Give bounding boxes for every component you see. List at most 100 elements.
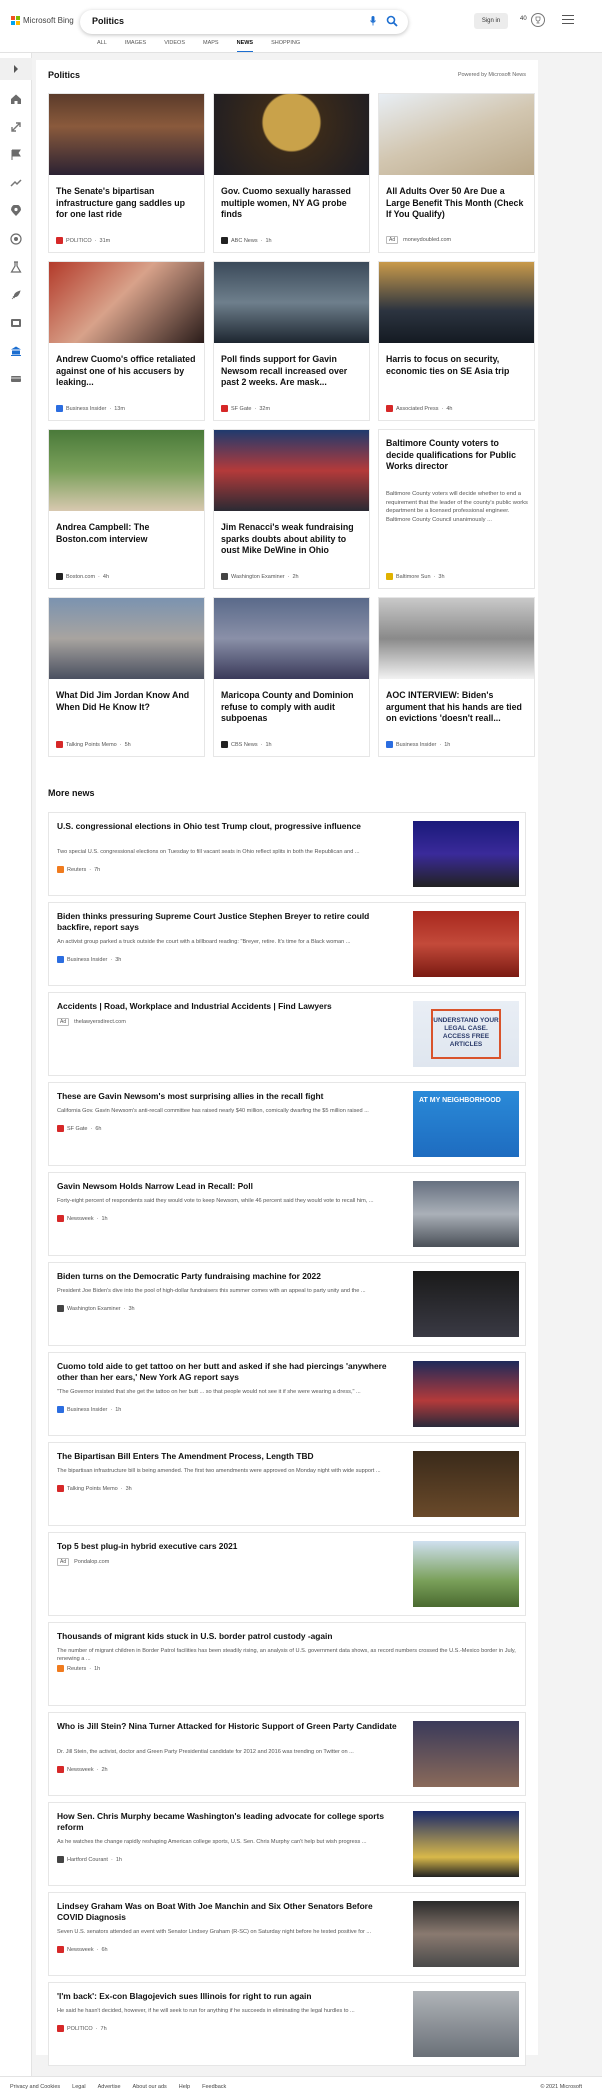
more-news-source[interactable]: Business Insider · 1h — [57, 1406, 121, 1413]
more-news-title[interactable]: Biden thinks pressuring Supreme Court Ju… — [57, 911, 397, 933]
news-card-title[interactable]: Poll finds support for Gavin Newsom reca… — [221, 354, 364, 389]
news-card-title[interactable]: Baltimore County voters to decide qualif… — [386, 438, 529, 473]
more-news-source[interactable]: SF Gate · 6h — [57, 1125, 101, 1132]
news-card[interactable]: Poll finds support for Gavin Newsom reca… — [213, 261, 370, 421]
more-news-thumbnail[interactable]: UNDERSTAND YOUR LEGAL CASE. ACCESS FREE … — [413, 1001, 519, 1067]
more-news-title[interactable]: 'I'm back': Ex-con Blagojevich sues Illi… — [57, 1991, 397, 2002]
news-card-image[interactable] — [214, 94, 369, 175]
news-card-title[interactable]: Andrea Campbell: The Boston.com intervie… — [56, 522, 199, 545]
more-news-title[interactable]: The Bipartisan Bill Enters The Amendment… — [57, 1451, 397, 1462]
tab-images[interactable]: IMAGES — [116, 40, 155, 52]
microphone-icon[interactable] — [370, 16, 376, 26]
footer-link-help[interactable]: Help — [179, 2084, 190, 2090]
more-news-title[interactable]: Lindsey Graham Was on Boat With Joe Manc… — [57, 1901, 397, 1923]
more-news-title[interactable]: Gavin Newsom Holds Narrow Lead in Recall… — [57, 1181, 397, 1192]
news-card[interactable]: All Adults Over 50 Are Due a Large Benef… — [378, 93, 535, 253]
money-icon[interactable] — [10, 373, 22, 385]
more-news-thumbnail[interactable] — [413, 1181, 519, 1247]
more-news-source[interactable]: Ad Pondalop.com — [57, 1558, 109, 1566]
tab-news[interactable]: NEWS — [228, 40, 263, 52]
science-flask-icon[interactable] — [10, 261, 22, 273]
more-news-item[interactable]: These are Gavin Newsom's most surprising… — [48, 1082, 526, 1166]
more-news-title[interactable]: U.S. congressional elections in Ohio tes… — [57, 821, 397, 832]
more-news-item[interactable]: Accidents | Road, Workplace and Industri… — [48, 992, 526, 1076]
more-news-item[interactable]: Top 5 best plug-in hybrid executive cars… — [48, 1532, 526, 1616]
more-news-thumbnail[interactable] — [413, 1901, 519, 1967]
news-card-source[interactable]: Business Insider · 13m — [56, 405, 125, 412]
more-news-title[interactable]: Cuomo told aide to get tattoo on her but… — [57, 1361, 397, 1383]
news-card-image[interactable] — [49, 598, 204, 679]
search-icon[interactable] — [386, 15, 398, 27]
rewards-points[interactable]: 40 — [520, 16, 527, 22]
rocket-icon[interactable] — [10, 289, 22, 301]
powered-by-label[interactable]: Powered by Microsoft News — [458, 72, 526, 78]
news-card[interactable]: Harris to focus on security, economic ti… — [378, 261, 535, 421]
tab-all[interactable]: ALL — [88, 40, 116, 52]
tab-shopping[interactable]: SHOPPING — [262, 40, 309, 52]
news-card[interactable]: Jim Renacci's weak fundraising sparks do… — [213, 429, 370, 589]
footer-link-legal[interactable]: Legal — [72, 2084, 85, 2090]
bing-logo[interactable]: Microsoft Bing — [11, 16, 74, 25]
home-icon[interactable] — [10, 93, 22, 105]
more-news-title[interactable]: These are Gavin Newsom's most surprising… — [57, 1091, 397, 1102]
more-news-source[interactable]: Talking Points Memo · 3h — [57, 1485, 132, 1492]
entertainment-icon[interactable] — [10, 317, 22, 329]
more-news-item[interactable]: The Bipartisan Bill Enters The Amendment… — [48, 1442, 526, 1526]
news-card-source[interactable]: CBS News · 1h — [221, 741, 272, 748]
more-news-thumbnail[interactable] — [413, 1451, 519, 1517]
news-card-title[interactable]: Jim Renacci's weak fundraising sparks do… — [221, 522, 364, 557]
more-news-source[interactable]: Business Insider · 3h — [57, 956, 121, 963]
more-news-item[interactable]: Biden turns on the Democratic Party fund… — [48, 1262, 526, 1346]
expand-arrows-icon[interactable] — [10, 121, 22, 133]
news-card-image[interactable] — [379, 94, 534, 175]
footer-link-about-ads[interactable]: About our ads — [133, 2084, 167, 2090]
more-news-source[interactable]: Newsweek · 2h — [57, 1766, 108, 1773]
more-news-item[interactable]: Gavin Newsom Holds Narrow Lead in Recall… — [48, 1172, 526, 1256]
tab-videos[interactable]: VIDEOS — [155, 40, 194, 52]
more-news-source[interactable]: Hartford Courant · 1h — [57, 1856, 122, 1863]
trending-icon[interactable] — [10, 177, 22, 189]
news-card[interactable]: Baltimore County voters to decide qualif… — [378, 429, 535, 589]
more-news-item[interactable]: Who is Jill Stein? Nina Turner Attacked … — [48, 1712, 526, 1796]
sign-in-button[interactable]: Sign in — [474, 13, 508, 29]
more-news-item[interactable]: Thousands of migrant kids stuck in U.S. … — [48, 1622, 526, 1706]
more-news-source[interactable]: Newsweek · 6h — [57, 1946, 108, 1953]
news-card-image[interactable] — [379, 598, 534, 679]
search-input[interactable]: Politics — [92, 16, 124, 26]
more-news-thumbnail[interactable] — [413, 1271, 519, 1337]
more-news-thumbnail[interactable] — [413, 1811, 519, 1877]
rewards-trophy-icon[interactable] — [531, 13, 545, 27]
more-news-thumbnail[interactable] — [413, 1361, 519, 1427]
footer-link-advertise[interactable]: Advertise — [98, 2084, 121, 2090]
more-news-item[interactable]: Cuomo told aide to get tattoo on her but… — [48, 1352, 526, 1436]
news-card-image[interactable] — [49, 94, 204, 175]
globe-icon[interactable] — [10, 233, 22, 245]
more-news-source[interactable]: Reuters · 7h — [57, 866, 100, 873]
news-card-source[interactable]: Boston.com · 4h — [56, 573, 109, 580]
more-news-item[interactable]: Biden thinks pressuring Supreme Court Ju… — [48, 902, 526, 986]
news-card-image[interactable] — [379, 262, 534, 343]
more-news-source[interactable]: Newsweek · 1h — [57, 1215, 108, 1222]
news-card-image[interactable] — [214, 262, 369, 343]
news-card-title[interactable]: Maricopa County and Dominion refuse to c… — [221, 690, 364, 725]
news-card-title[interactable]: Gov. Cuomo sexually harassed multiple wo… — [221, 186, 364, 221]
more-news-thumbnail[interactable]: AT MY NEIGHBORHOOD — [413, 1091, 519, 1157]
news-card-image[interactable] — [214, 430, 369, 511]
more-news-thumbnail[interactable] — [413, 1541, 519, 1607]
footer-link-feedback[interactable]: Feedback — [202, 2084, 226, 2090]
news-card-title[interactable]: Harris to focus on security, economic ti… — [386, 354, 529, 377]
news-card[interactable]: Andrea Campbell: The Boston.com intervie… — [48, 429, 205, 589]
more-news-thumbnail[interactable] — [413, 1721, 519, 1787]
more-news-title[interactable]: How Sen. Chris Murphy became Washington'… — [57, 1811, 397, 1833]
more-news-thumbnail[interactable] — [413, 911, 519, 977]
more-news-source[interactable]: Ad thelawyersdirect.com — [57, 1018, 126, 1026]
more-news-title[interactable]: Accidents | Road, Workplace and Industri… — [57, 1001, 397, 1012]
news-card-source[interactable]: POLITICO · 31m — [56, 237, 110, 244]
news-card[interactable]: Andrew Cuomo's office retaliated against… — [48, 261, 205, 421]
news-card-source[interactable]: Associated Press · 4h — [386, 405, 452, 412]
news-card-source[interactable]: Talking Points Memo · 5h — [56, 741, 131, 748]
news-card-source[interactable]: SF Gate · 32m — [221, 405, 270, 412]
news-card-title[interactable]: All Adults Over 50 Are Due a Large Benef… — [386, 186, 529, 221]
footer-link-privacy[interactable]: Privacy and Cookies — [10, 2084, 60, 2090]
news-card-image[interactable] — [214, 598, 369, 679]
